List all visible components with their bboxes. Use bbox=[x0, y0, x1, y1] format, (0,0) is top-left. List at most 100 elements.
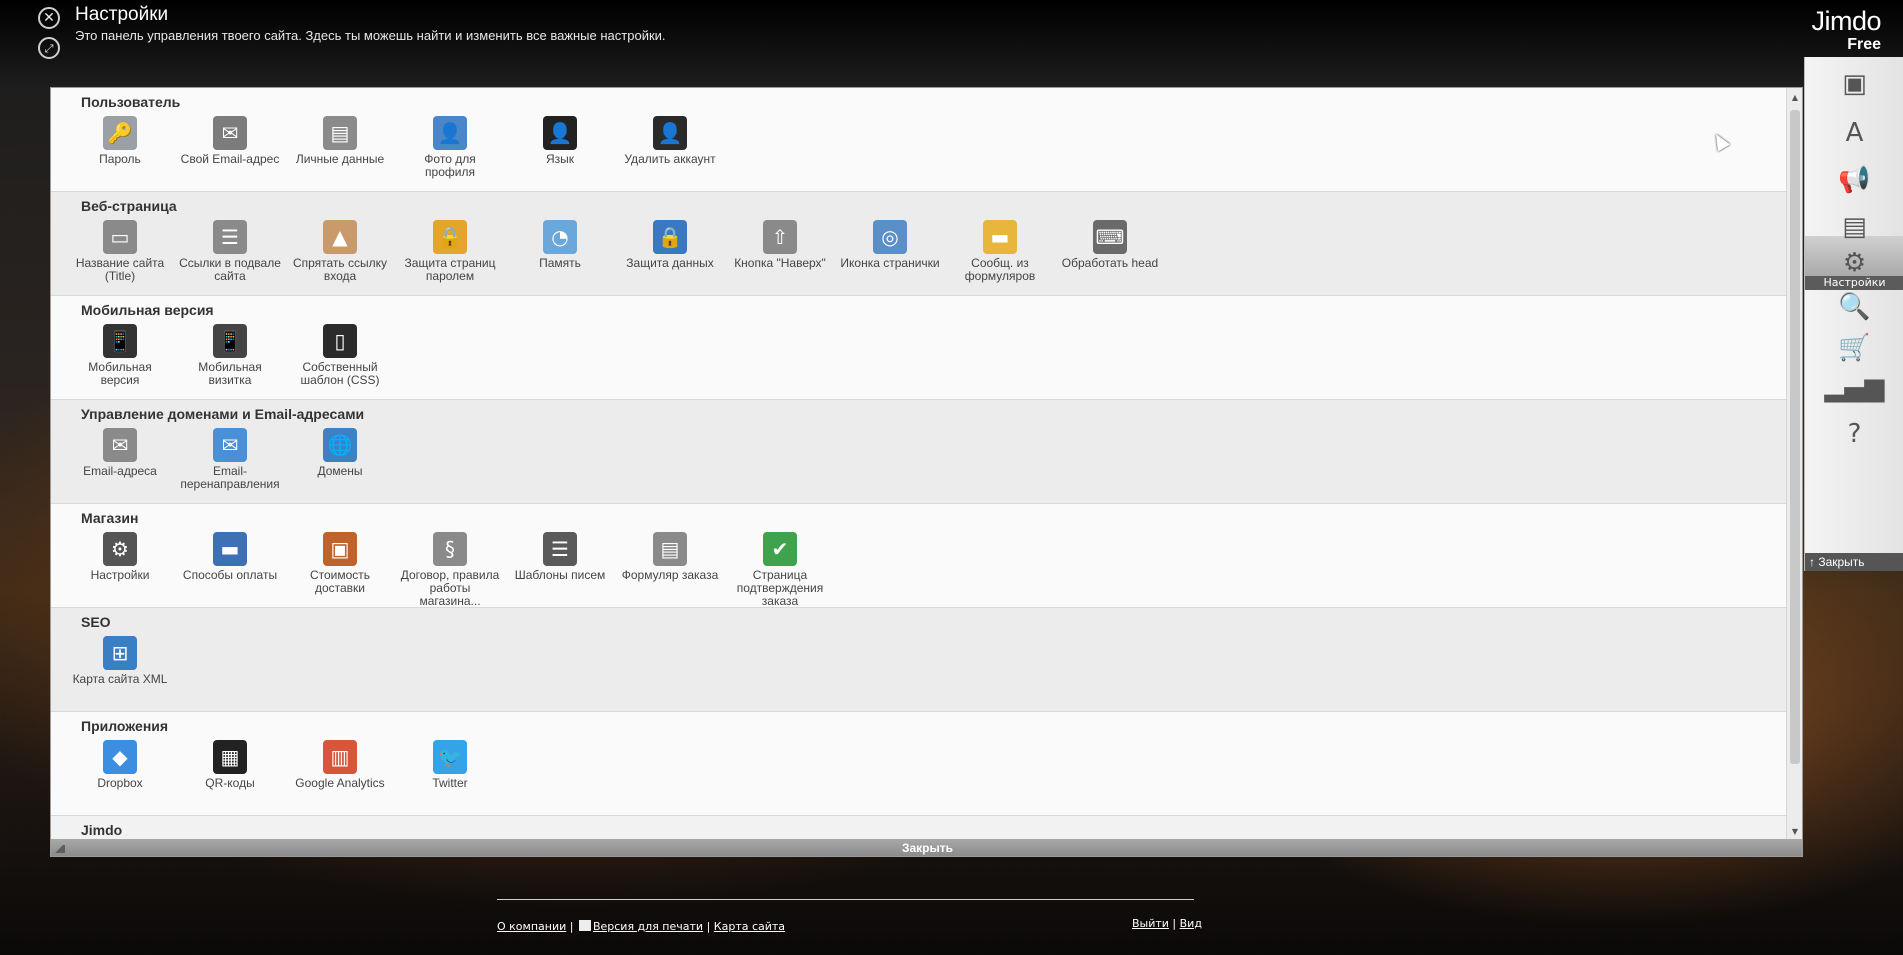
settings-item[interactable]: ▯ Собственный шаблон (CSS) bbox=[285, 322, 395, 387]
settings-item[interactable]: 🔒 Защита данных bbox=[615, 218, 725, 283]
sidebar-item[interactable]: 📢 bbox=[1805, 153, 1903, 207]
settings-item[interactable]: ⌨ Обработать head bbox=[1055, 218, 1165, 283]
panel-scrollbar[interactable]: ▲ ▼ bbox=[1786, 88, 1802, 840]
settings-item[interactable]: ▣ Стоимость доставки bbox=[285, 530, 395, 608]
settings-item[interactable]: ✔ Страница подтверждения заказа bbox=[725, 530, 835, 608]
settings-item[interactable]: ▬ Способы оплаты bbox=[175, 530, 285, 608]
sidebar-close-button[interactable]: ↑ Закрыть bbox=[1805, 553, 1903, 571]
section-items: ⊞ Карта сайта XML bbox=[65, 634, 175, 686]
mobile-card-icon: 📱 bbox=[213, 324, 247, 358]
settings-item[interactable]: ⚙ Настройки bbox=[65, 530, 175, 608]
settings-item[interactable]: 👤 Язык bbox=[505, 114, 615, 179]
settings-item-label: Защита страниц паролем bbox=[404, 256, 496, 283]
profile-photo-icon: 👤 bbox=[433, 116, 467, 150]
section-title: Веб-страница bbox=[81, 198, 177, 214]
settings-item-label: Карта сайта XML bbox=[72, 672, 168, 686]
email-settings-icon: ✉ bbox=[103, 428, 137, 462]
settings-item-label: Dropbox bbox=[97, 776, 143, 790]
section-items: ◆ Dropbox ▦ QR-коды ▥ Google Analytics 🐦 Twitte… bbox=[65, 738, 505, 790]
globe-gear-icon: 🌐 bbox=[323, 428, 357, 462]
settings-sections: Пользователь 🔑 Пароль ✉ Свой Email-адрес ▤ Лич… bbox=[51, 88, 1787, 840]
section-title: Jimdo bbox=[81, 822, 123, 838]
style-icon: A bbox=[1845, 118, 1864, 148]
settings-item[interactable]: ☰ Ссылки в подвале сайта bbox=[175, 218, 285, 283]
order-confirm-icon: ✔ bbox=[763, 532, 797, 566]
settings-item[interactable]: 👤 Фото для профиля bbox=[395, 114, 505, 179]
shipping-box-icon: ▣ bbox=[323, 532, 357, 566]
user-delete-icon: 👤 bbox=[653, 116, 687, 150]
settings-item[interactable]: 🐦 Twitter bbox=[395, 738, 505, 790]
layout-icon: ▣ bbox=[1842, 69, 1867, 99]
resize-grip-icon[interactable] bbox=[55, 843, 65, 853]
settings-item-label: Защита данных bbox=[626, 256, 714, 270]
settings-item-label: Страница подтверждения заказа bbox=[736, 568, 824, 608]
settings-item[interactable]: ⇧ Кнопка "Наверх" bbox=[725, 218, 835, 283]
footer-link-print[interactable]: Версия для печати bbox=[593, 920, 703, 933]
footer-links: О компании | Версия для печати | Карта с… bbox=[497, 920, 786, 933]
settings-item[interactable]: 📱 Мобильная версия bbox=[65, 322, 175, 387]
head-code-icon: ⌨ bbox=[1093, 220, 1127, 254]
settings-item[interactable]: 📱 Мобильная визитка bbox=[175, 322, 285, 387]
shop-settings-icon: ⚙ bbox=[103, 532, 137, 566]
settings-item[interactable]: ▤ Личные данные bbox=[285, 114, 395, 179]
seo-magnifier-icon: 🔍 bbox=[1838, 292, 1871, 322]
settings-item-label: Договор, правила работы магазина... bbox=[400, 568, 500, 608]
footer-link-view[interactable]: Вид bbox=[1180, 917, 1202, 930]
user-language-icon: 👤 bbox=[543, 116, 577, 150]
footer-link-logout[interactable]: Выйти bbox=[1132, 917, 1169, 930]
settings-item[interactable]: ▦ QR-коды bbox=[175, 738, 285, 790]
footer-link-about[interactable]: О компании bbox=[497, 920, 566, 933]
settings-item[interactable]: ▤ Формуляр заказа bbox=[615, 530, 725, 608]
settings-item[interactable]: ☰ Шаблоны писем bbox=[505, 530, 615, 608]
sidebar-item-label: Настройки bbox=[1805, 276, 1903, 290]
scroll-up-icon[interactable]: ▲ bbox=[1787, 90, 1802, 104]
twitter-bird-icon: 🐦 bbox=[433, 740, 467, 774]
section-title: Пользователь bbox=[81, 94, 181, 110]
expand-panel-icon[interactable]: ⤢ bbox=[38, 37, 60, 59]
settings-item[interactable]: ✉ Свой Email-адрес bbox=[175, 114, 285, 179]
data-lock-icon: 🔒 bbox=[653, 220, 687, 254]
settings-item[interactable]: 👤 Удалить аккаунт bbox=[615, 114, 725, 179]
settings-item-label: Домены bbox=[317, 464, 363, 478]
settings-item[interactable]: ▭ Название сайта (Title) bbox=[65, 218, 175, 283]
favicon-icon: ◎ bbox=[873, 220, 907, 254]
settings-item[interactable]: ▲ Спрятать ссылку входа bbox=[285, 218, 395, 283]
footer-link-sitemap[interactable]: Карта сайта bbox=[714, 920, 785, 933]
settings-item[interactable]: 🔒 Защита страниц паролем bbox=[395, 218, 505, 283]
sidebar-item[interactable]: ▤ bbox=[1805, 200, 1903, 254]
terms-document-icon: § bbox=[433, 532, 467, 566]
settings-section: Управление доменами и Email-адресами ✉ Ema… bbox=[51, 400, 1787, 504]
close-panel-icon[interactable]: ✕ bbox=[38, 7, 60, 29]
settings-item[interactable]: ◔ Память bbox=[505, 218, 615, 283]
storage-pie-icon: ◔ bbox=[543, 220, 577, 254]
settings-item-label: Спрятать ссылку входа bbox=[292, 256, 388, 283]
settings-item-label: Способы оплаты bbox=[182, 568, 278, 582]
sidebar-item[interactable]: A bbox=[1805, 106, 1903, 160]
sidebar-item[interactable]: ? bbox=[1805, 407, 1903, 461]
panel-close-bar[interactable]: Закрыть bbox=[51, 839, 1802, 856]
settings-item[interactable]: ◎ Иконка странички bbox=[835, 218, 945, 283]
section-title: Управление доменами и Email-адресами bbox=[81, 406, 365, 422]
settings-item-label: Email-адреса bbox=[83, 464, 157, 478]
settings-item[interactable]: 🌐 Домены bbox=[285, 426, 395, 491]
sidebar-item[interactable]: ▣ bbox=[1805, 57, 1903, 111]
settings-item[interactable]: ⊞ Карта сайта XML bbox=[65, 634, 175, 686]
panel-description: Это панель управления твоего сайта. Здес… bbox=[75, 28, 666, 43]
settings-item[interactable]: ▥ Google Analytics bbox=[285, 738, 395, 790]
scroll-thumb[interactable] bbox=[1790, 110, 1800, 764]
dropbox-icon: ◆ bbox=[103, 740, 137, 774]
settings-item[interactable]: 🔑 Пароль bbox=[65, 114, 175, 179]
settings-item[interactable]: ◆ Dropbox bbox=[65, 738, 175, 790]
settings-item[interactable]: ▬ Сообщ. из формуляров bbox=[945, 218, 1055, 283]
key-icon: 🔑 bbox=[103, 116, 137, 150]
settings-item[interactable]: ✉ Email-адреса bbox=[65, 426, 175, 491]
section-title: Мобильная версия bbox=[81, 302, 214, 318]
mobile-css-icon: ▯ bbox=[323, 324, 357, 358]
settings-item[interactable]: § Договор, правила работы магазина... bbox=[395, 530, 505, 608]
settings-panel: Пользователь 🔑 Пароль ✉ Свой Email-адрес ▤ Лич… bbox=[50, 87, 1803, 857]
printer-icon bbox=[578, 920, 591, 931]
settings-item-label: Twitter bbox=[432, 776, 468, 790]
settings-item[interactable]: ✉ Email-перенаправления bbox=[175, 426, 285, 491]
scroll-down-icon[interactable]: ▼ bbox=[1787, 824, 1802, 838]
settings-item-label: Шаблоны писем bbox=[514, 568, 606, 582]
